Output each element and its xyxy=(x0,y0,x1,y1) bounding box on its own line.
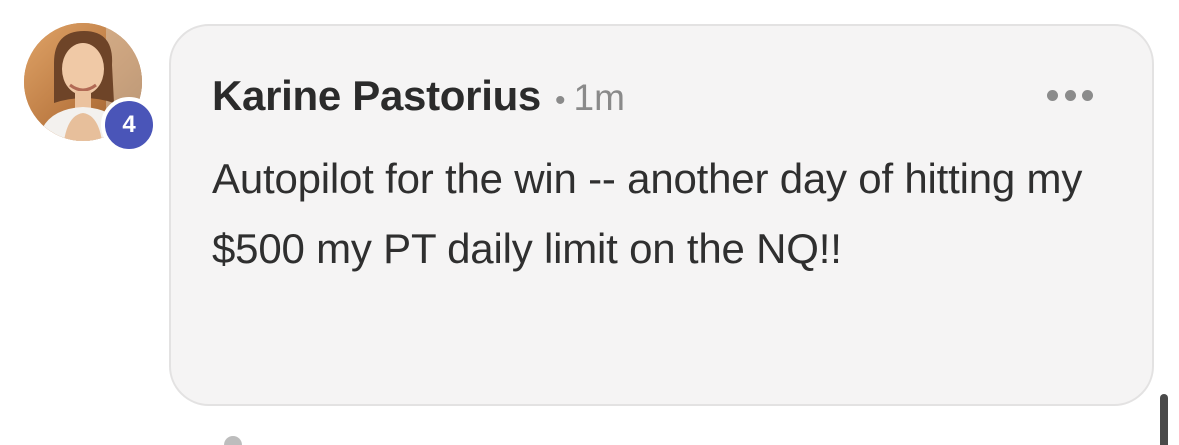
more-horizontal-icon xyxy=(1064,89,1076,101)
separator-dot: • xyxy=(555,84,566,117)
notification-badge: 4 xyxy=(101,97,157,153)
avatar-container[interactable]: 4 xyxy=(24,23,157,153)
comment-thread: 4 Karine Pastorius • 1m Autopilot for th… xyxy=(0,0,1179,445)
more-horizontal-icon xyxy=(1082,89,1093,101)
more-horizontal-icon xyxy=(1047,89,1058,101)
badge-count: 4 xyxy=(122,111,136,138)
next-comment-avatar xyxy=(224,436,242,445)
comment-header: Karine Pastorius • 1m xyxy=(212,72,625,120)
comment-timestamp[interactable]: 1m xyxy=(574,77,625,119)
scrollbar-thumb[interactable] xyxy=(1160,394,1168,445)
more-options-button[interactable] xyxy=(1047,84,1093,106)
comment-body: Autopilot for the win -- another day of … xyxy=(212,155,1083,272)
comment-card[interactable]: Karine Pastorius • 1m Autopilot for the … xyxy=(169,24,1154,406)
author-name[interactable]: Karine Pastorius xyxy=(212,72,541,120)
